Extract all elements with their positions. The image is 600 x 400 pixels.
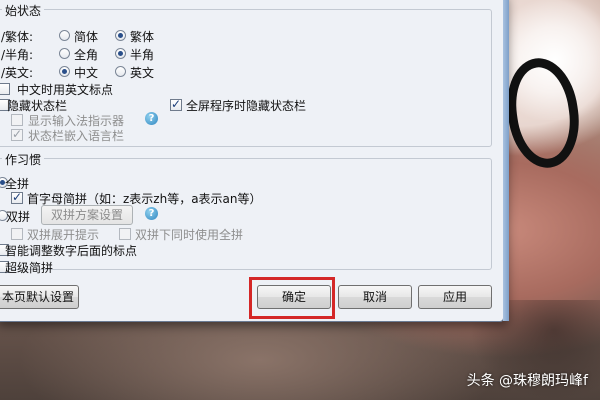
status-row-3-label: /英文: [1,66,34,80]
radio-fullwidth-label: 全角 [74,48,99,62]
radio-halfwidth[interactable] [115,48,126,59]
help-icon[interactable]: ? [145,207,158,220]
shuangpin-scheme-button[interactable]: 双拼方案设置 [41,205,133,225]
dialog-frame-edge [503,0,509,321]
fullscreen-hide-statusbar-checkbox[interactable] [170,97,182,111]
fullscreen-hide-statusbar-label: 全屏程序时隐藏状态栏 [186,99,307,113]
shuangpin-with-quanpin-checkbox[interactable] [119,228,131,240]
cancel-button[interactable]: 取消 [338,285,412,309]
apply-button[interactable]: 应用 [418,285,492,309]
initial-abbrev-checkbox[interactable] [11,190,23,204]
chinese-english-punct-checkbox[interactable] [0,83,10,95]
radio-traditional[interactable] [115,30,126,41]
super-abbrev-label: 超级简拼 [5,261,54,275]
radio-traditional-label: 繁体 [130,30,155,44]
shuangpin-with-quanpin-label: 双拼下同时使用全拼 [135,228,244,242]
status-row-1-label: /繁体: [1,30,34,44]
radio-chinese-label: 中文 [74,66,99,80]
watermark: 头条 @珠穆朗玛峰f [466,373,588,389]
radio-english[interactable] [115,66,126,77]
input-method-settings-dialog: 始状态 /繁体: 简体 繁体 /半角: 全角 半角 /英文: 中文 英文 中文时… [0,0,509,322]
radio-chinese[interactable] [59,66,70,77]
radio-halfwidth-label: 半角 [130,48,155,62]
radio-shuangpin-label: 双拼 [6,210,31,224]
radio-simplified[interactable] [59,30,70,41]
radio-english-label: 英文 [130,66,155,80]
shuangpin-expand-checkbox[interactable] [11,228,23,240]
smart-punct-label: 智能调整数字后面的标点 [5,244,138,258]
radio-simplified-label: 简体 [74,30,99,44]
chinese-english-punct-label: 中文时用英文标点 [17,83,114,97]
embed-langbar-label: 状态栏嵌入语言栏 [28,129,125,143]
status-row-2-label: /半角: [1,48,34,62]
shuangpin-expand-label: 双拼展开提示 [27,228,100,242]
initial-status-group-title: 始状态 [2,2,45,19]
input-habit-group-title: 作习惯 [2,151,45,168]
ok-button-highlight-box [249,277,335,319]
embed-langbar-checkbox[interactable] [11,127,23,141]
help-icon[interactable]: ? [145,112,158,125]
show-indicator-checkbox[interactable] [11,114,23,126]
restore-defaults-button[interactable]: 本页默认设置 [0,285,79,309]
radio-fullwidth[interactable] [59,48,70,59]
